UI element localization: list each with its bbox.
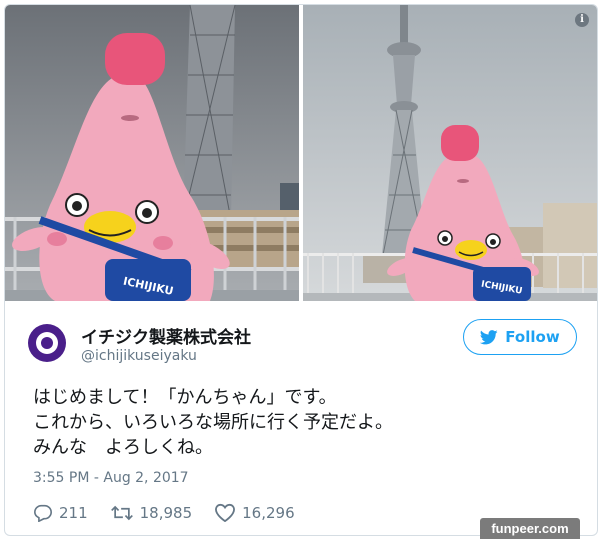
tweet-card: ICHIJIKU ICHIJIKU i イチジク製薬株式会社 @ichijiku… (4, 4, 598, 536)
tweet-actions: 211 18,985 16,296 (33, 503, 317, 522)
photo-left[interactable]: ICHIJIKU (5, 5, 299, 301)
follow-label: Follow (505, 328, 560, 346)
tweet-text-line: はじめまして！「かんちゃん」です。 (33, 387, 337, 408)
twitter-bird-icon (480, 329, 498, 344)
like-button[interactable]: 16,296 (214, 503, 295, 522)
tweet-text-line: これから、いろいろな場所に行く予定だよ。 (33, 412, 393, 433)
brand-logo (28, 324, 66, 362)
follow-button[interactable]: Follow (463, 319, 577, 355)
photo-right[interactable]: ICHIJIKU i (303, 5, 597, 301)
tweet-text-line: みんな よろしくね。 (33, 437, 213, 458)
retweet-button[interactable]: 18,985 (110, 503, 193, 522)
like-icon (215, 503, 236, 522)
retweet-icon (110, 505, 133, 520)
reply-icon (33, 504, 53, 522)
user-handle[interactable]: @ichijikuseiyaku (81, 348, 197, 364)
reply-button[interactable]: 211 (33, 504, 88, 522)
watermark: funpeer.com (480, 518, 580, 539)
timestamp[interactable]: 3:55 PM - Aug 2, 2017 (33, 470, 189, 486)
retweet-count: 18,985 (139, 503, 193, 522)
avatar[interactable] (27, 323, 67, 363)
like-count: 16,296 (242, 503, 295, 522)
display-name[interactable]: イチジク製薬株式会社 (81, 323, 251, 348)
reply-count: 211 (59, 503, 88, 522)
photo-grid: ICHIJIKU ICHIJIKU i (5, 5, 597, 301)
tweet-text: はじめまして！「かんちゃん」です。 これから、いろいろな場所に行く予定だよ。 み… (33, 385, 393, 460)
info-icon[interactable]: i (575, 13, 589, 27)
